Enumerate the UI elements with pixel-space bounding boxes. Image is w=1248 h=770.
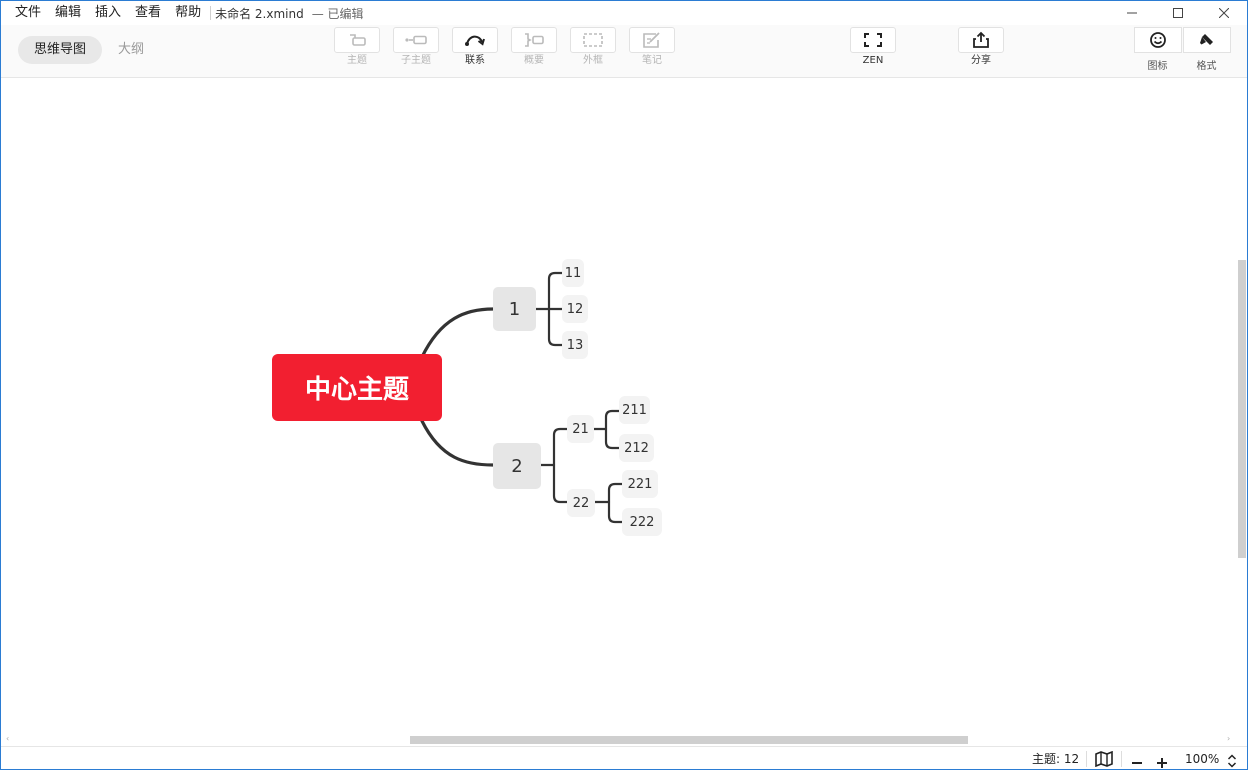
branch-connectors: [420, 271, 625, 524]
vertical-scrollbar[interactable]: [1237, 78, 1247, 734]
zoom-in-button[interactable]: [1156, 753, 1168, 768]
minus-icon: [1132, 762, 1142, 764]
main-topic-2[interactable]: 2: [493, 443, 541, 489]
status-divider: [1086, 751, 1087, 767]
subtopic-211[interactable]: 211: [619, 396, 650, 424]
zoom-stepper[interactable]: [1227, 752, 1237, 768]
main-topic-1[interactable]: 1: [493, 287, 536, 331]
zoom-level[interactable]: 100%: [1185, 747, 1219, 769]
subtopic-22[interactable]: 22: [567, 489, 595, 517]
status-divider: [1121, 751, 1122, 767]
subtopic-13[interactable]: 13: [562, 331, 588, 359]
zoom-out-button[interactable]: [1131, 753, 1143, 765]
map-view-button[interactable]: [1095, 750, 1113, 768]
chevron-updown-icon: [1227, 754, 1237, 768]
scroll-left-icon[interactable]: ‹: [6, 734, 9, 743]
status-bar: 主题: 12 100%: [1, 746, 1247, 769]
book-icon: [1095, 750, 1113, 768]
subtopic-212[interactable]: 212: [619, 434, 654, 462]
horizontal-scroll-thumb[interactable]: [410, 736, 968, 744]
central-topic[interactable]: 中心主题: [272, 354, 442, 421]
subtopic-11[interactable]: 11: [562, 259, 584, 287]
subtopic-21[interactable]: 21: [567, 415, 594, 443]
horizontal-scrollbar[interactable]: ‹ ›: [1, 734, 1238, 745]
subtopic-12[interactable]: 12: [562, 295, 588, 323]
scroll-right-icon[interactable]: ›: [1227, 734, 1230, 743]
plus-icon: [1157, 758, 1167, 768]
subtopic-222[interactable]: 222: [622, 508, 662, 536]
app-window: 文件 编辑 插入 查看 帮助 未命名 2.xmind — 已编辑 思维导图 大纲…: [0, 0, 1248, 770]
topic-count: 主题: 12: [1032, 752, 1080, 766]
vertical-scroll-thumb[interactable]: [1238, 260, 1246, 558]
subtopic-221[interactable]: 221: [622, 470, 658, 498]
